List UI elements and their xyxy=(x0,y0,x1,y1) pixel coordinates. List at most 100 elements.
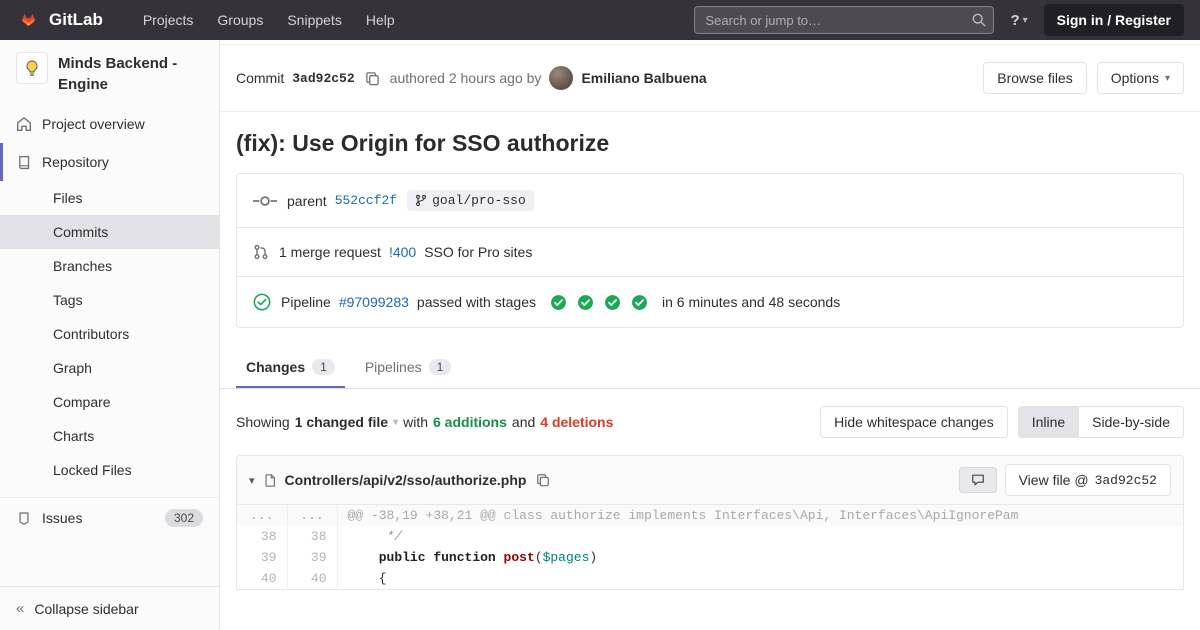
brand-name: GitLab xyxy=(49,10,103,29)
merge-request-icon xyxy=(253,244,269,260)
pipeline-id-link[interactable]: #97099283 xyxy=(339,294,409,310)
sidebar-subitem-commits[interactable]: Commits xyxy=(0,215,219,249)
home-icon xyxy=(16,116,32,132)
question-mark-icon: ? xyxy=(1010,11,1020,29)
sidebar-subitem-locked-files[interactable]: Locked Files xyxy=(0,453,219,487)
project-header-link[interactable]: Minds Backend - Engine xyxy=(0,40,219,105)
stage-passed-icon[interactable] xyxy=(577,294,594,311)
hunk-new-cell: ... xyxy=(287,505,338,526)
showing-text: Showing xyxy=(236,414,290,430)
chevron-down-icon: ▾ xyxy=(1022,14,1028,26)
indent-token xyxy=(348,550,379,565)
sidebar-subitem-graph[interactable]: Graph xyxy=(0,351,219,385)
search-input[interactable] xyxy=(694,6,995,34)
tab-pipelines[interactable]: Pipelines 1 xyxy=(355,346,462,388)
copy-sha-button[interactable] xyxy=(363,69,382,88)
sidebar-item-project-overview[interactable]: Project overview xyxy=(0,105,219,143)
diff-summary-bar: Showing 1 changed file ▾ with 6 addition… xyxy=(220,389,1200,455)
comment-icon xyxy=(971,473,985,487)
comment-token: */ xyxy=(347,529,403,544)
inline-view-button[interactable]: Inline xyxy=(1017,406,1080,438)
nav-item-groups[interactable]: Groups xyxy=(205,2,275,38)
search-icon[interactable] xyxy=(972,13,986,27)
branch-ref-pill[interactable]: goal/pro-sso xyxy=(407,190,534,211)
old-line-number[interactable]: 38 xyxy=(237,526,288,547)
merge-request-id-link[interactable]: !400 xyxy=(389,244,416,260)
tab-label: Changes xyxy=(246,359,306,375)
stage-passed-icon[interactable] xyxy=(550,294,567,311)
commit-tabs: Changes 1 Pipelines 1 xyxy=(220,346,1200,389)
tab-label: Pipelines xyxy=(364,359,422,375)
changed-files-label: 1 changed file xyxy=(294,414,389,430)
double-chevron-left-icon: « xyxy=(16,600,25,617)
chevron-down-icon: ▾ xyxy=(393,416,399,428)
sidebar-subitem-files[interactable]: Files xyxy=(0,181,219,215)
tab-changes[interactable]: Changes 1 xyxy=(236,346,345,388)
changed-files-dropdown[interactable]: 1 changed file ▾ xyxy=(295,414,398,430)
variable-token: $pages xyxy=(542,550,590,565)
merge-request-row: 1 merge request !400 SSO for Pro sites xyxy=(237,228,1183,277)
sidebar-subitem-tags[interactable]: Tags xyxy=(0,283,219,317)
navbar-right: ? ▾ Sign in / Register xyxy=(694,4,1184,36)
parent-row: parent 552ccf2f goal/pro-sso xyxy=(237,174,1183,228)
paren-token: ( xyxy=(534,550,543,565)
view-file-label: View file @ xyxy=(1018,472,1089,488)
new-line-number[interactable]: 38 xyxy=(287,526,338,547)
stage-passed-icon[interactable] xyxy=(631,294,648,311)
parent-sha-link[interactable]: 552ccf2f xyxy=(335,193,397,208)
and-text: and xyxy=(511,414,536,430)
author-name-link[interactable]: Emiliano Balbuena xyxy=(581,70,706,86)
toggle-comments-button[interactable] xyxy=(958,467,997,493)
sidebar-item-issues[interactable]: Issues 302 xyxy=(0,497,219,538)
branch-icon xyxy=(415,194,427,207)
stage-passed-icon[interactable] xyxy=(604,294,621,311)
old-line-number[interactable]: 39 xyxy=(237,547,288,568)
options-dropdown-button[interactable]: Options ▾ xyxy=(1096,62,1184,94)
new-line-number[interactable]: 40 xyxy=(287,568,338,589)
gitlab-tanuki-icon xyxy=(16,8,41,32)
nav-item-snippets[interactable]: Snippets xyxy=(275,2,353,38)
diff-line-row: 40 40 { xyxy=(237,568,1183,589)
new-line-number[interactable]: 39 xyxy=(287,547,338,568)
chevron-down-icon: ▾ xyxy=(1164,72,1170,84)
copy-file-path-button[interactable] xyxy=(534,471,552,489)
view-file-sha: 3ad92c52 xyxy=(1094,472,1157,488)
navbar-left: GitLab Projects Groups Snippets Help xyxy=(16,2,407,38)
nav-item-help[interactable]: Help xyxy=(354,2,407,38)
sidebar-item-repository[interactable]: Repository xyxy=(0,143,219,181)
branch-ref-name: goal/pro-sso xyxy=(432,193,526,208)
sidebar-subitem-compare[interactable]: Compare xyxy=(0,385,219,419)
gitlab-home-link[interactable]: GitLab xyxy=(16,8,103,32)
hide-whitespace-button[interactable]: Hide whitespace changes xyxy=(820,406,1008,438)
keyword-token: public function xyxy=(378,550,504,565)
project-avatar xyxy=(16,52,48,84)
pipeline-status-passed-icon xyxy=(253,293,271,311)
sidebar-subitem-charts[interactable]: Charts xyxy=(0,419,219,453)
side-by-side-view-button[interactable]: Side-by-side xyxy=(1078,406,1184,438)
commit-info-box: parent 552ccf2f goal/pro-sso 1 merge req… xyxy=(236,173,1184,328)
authored-text: authored 2 hours ago by xyxy=(389,70,542,86)
old-line-number[interactable]: 40 xyxy=(237,568,288,589)
copy-icon xyxy=(365,71,380,86)
browse-files-button[interactable]: Browse files xyxy=(983,62,1087,94)
sign-in-button[interactable]: Sign in / Register xyxy=(1043,4,1184,36)
nav-item-projects[interactable]: Projects xyxy=(131,2,206,38)
diff-file-path-link[interactable]: Controllers/api/v2/sso/authorize.php xyxy=(285,472,527,488)
help-dropdown[interactable]: ? ▾ xyxy=(1010,12,1027,29)
merge-request-title: SSO for Pro sites xyxy=(424,244,533,260)
diff-mode-segmented-control: Inline Side-by-side xyxy=(1017,406,1184,438)
collapse-sidebar-button[interactable]: « Collapse sidebar xyxy=(0,586,219,630)
pipeline-row: Pipeline #97099283 passed with stages in… xyxy=(237,277,1183,327)
sidebar-subitem-contributors[interactable]: Contributors xyxy=(0,317,219,351)
function-name-token: post xyxy=(503,550,535,565)
view-file-button[interactable]: View file @ 3ad92c52 xyxy=(1004,464,1171,496)
diff-line-row: 38 38 */ xyxy=(237,526,1183,547)
sidebar-subitem-branches[interactable]: Branches xyxy=(0,249,219,283)
collapse-diff-icon[interactable]: ▾ xyxy=(249,474,255,487)
author-avatar[interactable] xyxy=(549,66,574,90)
pipeline-label: Pipeline xyxy=(281,294,331,310)
top-navbar: GitLab Projects Groups Snippets Help ? ▾… xyxy=(0,0,1200,40)
diff-file-actions: View file @ 3ad92c52 xyxy=(958,464,1171,496)
repository-icon xyxy=(16,155,32,170)
merge-request-count: 1 merge request xyxy=(279,244,381,260)
